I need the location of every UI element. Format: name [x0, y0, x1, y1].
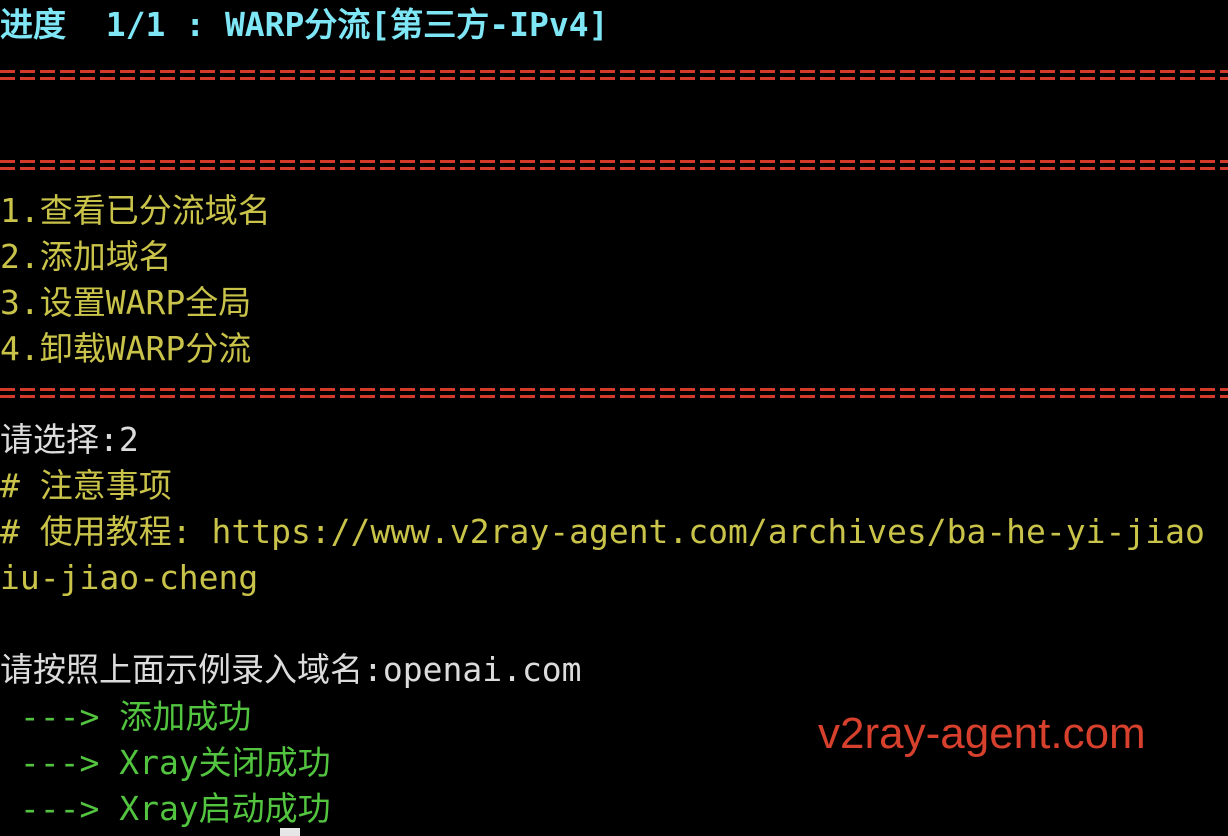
terminal-cursor — [280, 828, 300, 836]
menu-item-add-domain: 2.添加域名 — [0, 237, 172, 276]
menu-item-set-global: 3.设置WARP全局 — [0, 283, 252, 322]
progress-title: 进度 1/1 : WARP分流[第三方-IPv4] — [0, 5, 609, 44]
separator-rule — [0, 68, 1228, 82]
separator-rule — [0, 158, 1228, 172]
menu-item-view-domains: 1.查看已分流域名 — [0, 191, 271, 230]
tutorial-link[interactable]: # 使用教程: https://www.v2ray-agent.com/arch… — [0, 509, 1205, 555]
status-xray-started: ---> Xray启动成功 — [0, 789, 331, 828]
separator-rule — [0, 386, 1228, 400]
select-prompt: 请选择:2 — [0, 420, 139, 459]
tutorial-link-continued[interactable]: iu-jiao-cheng — [0, 555, 258, 601]
watermark-text: v2ray-agent.com — [818, 709, 1146, 758]
domain-input-prompt: 请按照上面示例录入域名:openai.com — [0, 650, 582, 689]
status-xray-stopped: ---> Xray关闭成功 — [0, 743, 331, 782]
terminal-window[interactable]: 进度 1/1 : WARP分流[第三方-IPv4] 1.查看已分流域名 2.添加… — [0, 0, 1228, 836]
notes-header: # 注意事项 — [0, 466, 172, 505]
status-add-success: ---> 添加成功 — [0, 697, 252, 736]
menu-item-uninstall: 4.卸载WARP分流 — [0, 329, 252, 368]
